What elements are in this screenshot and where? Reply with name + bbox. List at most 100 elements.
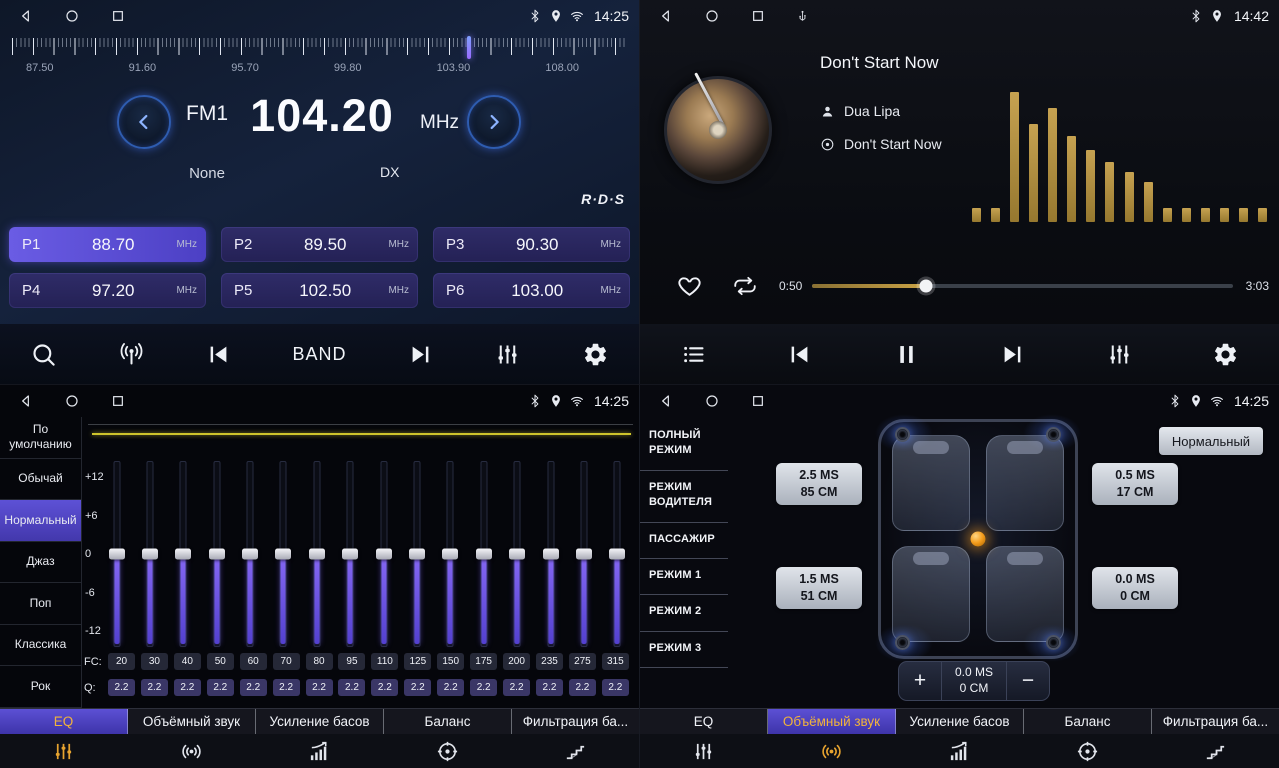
tab-icon-surround[interactable] <box>128 734 256 768</box>
tab-crossover[interactable]: Фильтрация ба... <box>512 709 639 734</box>
eq-band-slider[interactable] <box>141 461 158 647</box>
tab-icon-bass-boost[interactable] <box>256 734 384 768</box>
settings-gear-icon[interactable] <box>1212 341 1239 368</box>
frequency-scale[interactable]: 87.5091.6095.7099.80103.90108.00 <box>10 36 627 80</box>
mode-item[interactable]: ПОЛНЫЙ РЕЖИМ <box>640 419 728 471</box>
settings-gear-icon[interactable] <box>582 341 609 368</box>
tab-balance[interactable]: Баланс <box>1024 709 1152 734</box>
tab-icon-crossover[interactable] <box>1151 734 1279 768</box>
speaker-rear-left-icon[interactable] <box>895 635 910 650</box>
tab-eq[interactable]: EQ <box>640 709 768 734</box>
eq-preset-item[interactable]: Классика <box>0 625 81 667</box>
eq-preset-item[interactable]: Поп <box>0 583 81 625</box>
eq-preset-item[interactable]: Нормальный <box>0 500 81 542</box>
slider-knob[interactable] <box>342 549 358 560</box>
increase-button[interactable]: + <box>899 662 941 700</box>
slider-knob[interactable] <box>109 549 125 560</box>
back-icon[interactable] <box>658 393 674 409</box>
eq-band-slider[interactable] <box>308 461 325 647</box>
slider-knob[interactable] <box>409 549 425 560</box>
tab-icon-balance[interactable] <box>383 734 511 768</box>
band-button[interactable]: BAND <box>292 344 346 365</box>
preset-button-p5[interactable]: P5102.50MHz <box>221 273 418 308</box>
eq-band-slider[interactable] <box>409 461 426 647</box>
tuning-indicator[interactable] <box>467 36 471 59</box>
previous-icon[interactable] <box>786 341 813 368</box>
eq-band-slider[interactable] <box>509 461 526 647</box>
delay-rear-left-button[interactable]: 1.5 MS 51 CM <box>776 567 862 609</box>
delay-front-left-button[interactable]: 2.5 MS 85 CM <box>776 463 862 505</box>
broadcast-icon[interactable] <box>118 341 145 368</box>
back-icon[interactable] <box>18 8 34 24</box>
recents-icon[interactable] <box>110 8 126 24</box>
slider-knob[interactable] <box>376 549 392 560</box>
preset-button-p4[interactable]: P497.20MHz <box>9 273 206 308</box>
tune-up-button[interactable] <box>467 95 521 149</box>
tab-icon-bass-boost[interactable] <box>896 734 1024 768</box>
eq-band-slider[interactable] <box>609 461 626 647</box>
eq-band-slider[interactable] <box>375 461 392 647</box>
back-icon[interactable] <box>658 8 674 24</box>
slider-knob[interactable] <box>442 549 458 560</box>
home-icon[interactable] <box>704 8 720 24</box>
preset-button-p1[interactable]: P188.70MHz <box>9 227 206 262</box>
eq-sliders-icon[interactable] <box>494 341 521 368</box>
slider-knob[interactable] <box>209 549 225 560</box>
eq-band-slider[interactable] <box>442 461 459 647</box>
tab-icon-surround[interactable] <box>768 734 896 768</box>
eq-band-slider[interactable] <box>275 461 292 647</box>
scan-icon[interactable] <box>30 341 57 368</box>
album-art[interactable] <box>664 76 772 184</box>
home-icon[interactable] <box>704 393 720 409</box>
tab-crossover[interactable]: Фильтрация ба... <box>1152 709 1279 734</box>
tab-surround[interactable]: Объёмный звук <box>128 709 256 734</box>
slider-knob[interactable] <box>609 549 625 560</box>
delay-front-right-button[interactable]: 0.5 MS 17 CM <box>1092 463 1178 505</box>
eq-preset-item[interactable]: Обычай <box>0 459 81 501</box>
tab-icon-eq[interactable] <box>640 734 768 768</box>
slider-knob[interactable] <box>275 549 291 560</box>
eq-band-slider[interactable] <box>342 461 359 647</box>
mode-item[interactable]: РЕЖИМ 2 <box>640 595 728 631</box>
previous-icon[interactable] <box>205 341 232 368</box>
recents-icon[interactable] <box>750 393 766 409</box>
mode-item[interactable]: РЕЖИМ 3 <box>640 632 728 668</box>
slider-knob[interactable] <box>242 549 258 560</box>
eq-band-slider[interactable] <box>575 461 592 647</box>
eq-band-slider[interactable] <box>242 461 259 647</box>
next-icon[interactable] <box>407 341 434 368</box>
slider-knob[interactable] <box>576 549 592 560</box>
tab-bass-boost[interactable]: Усиление басов <box>896 709 1024 734</box>
speaker-front-left-icon[interactable] <box>895 427 910 442</box>
preset-button-p6[interactable]: P6103.00MHz <box>433 273 630 308</box>
eq-preset-item[interactable]: Рок <box>0 666 81 708</box>
listening-position-dot[interactable] <box>971 532 986 547</box>
eq-sliders-icon[interactable] <box>1106 341 1133 368</box>
slider-knob[interactable] <box>175 549 191 560</box>
eq-band-slider[interactable] <box>475 461 492 647</box>
next-icon[interactable] <box>999 341 1026 368</box>
preset-button-p3[interactable]: P390.30MHz <box>433 227 630 262</box>
slider-knob[interactable] <box>509 549 525 560</box>
recents-icon[interactable] <box>750 8 766 24</box>
delay-rear-right-button[interactable]: 0.0 MS 0 CM <box>1092 567 1178 609</box>
speaker-front-right-icon[interactable] <box>1046 427 1061 442</box>
mode-item[interactable]: РЕЖИМ 1 <box>640 559 728 595</box>
slider-knob[interactable] <box>543 549 559 560</box>
favorite-heart-icon[interactable] <box>676 272 703 299</box>
mode-item[interactable]: РЕЖИМ ВОДИТЕЛЯ <box>640 471 728 523</box>
eq-band-slider[interactable] <box>175 461 192 647</box>
pause-icon[interactable] <box>893 341 920 368</box>
home-icon[interactable] <box>64 8 80 24</box>
repeat-icon[interactable] <box>732 273 758 299</box>
eq-preset-item[interactable]: Джаз <box>0 542 81 584</box>
tab-icon-balance[interactable] <box>1023 734 1151 768</box>
decrease-button[interactable]: − <box>1007 662 1049 700</box>
eq-band-slider[interactable] <box>542 461 559 647</box>
slider-knob[interactable] <box>309 549 325 560</box>
eq-preset-item[interactable]: По умолчанию <box>0 417 81 459</box>
tab-surround[interactable]: Объёмный звук <box>768 709 896 734</box>
tab-icon-crossover[interactable] <box>511 734 639 768</box>
recents-icon[interactable] <box>110 393 126 409</box>
progress-knob[interactable] <box>919 280 932 293</box>
